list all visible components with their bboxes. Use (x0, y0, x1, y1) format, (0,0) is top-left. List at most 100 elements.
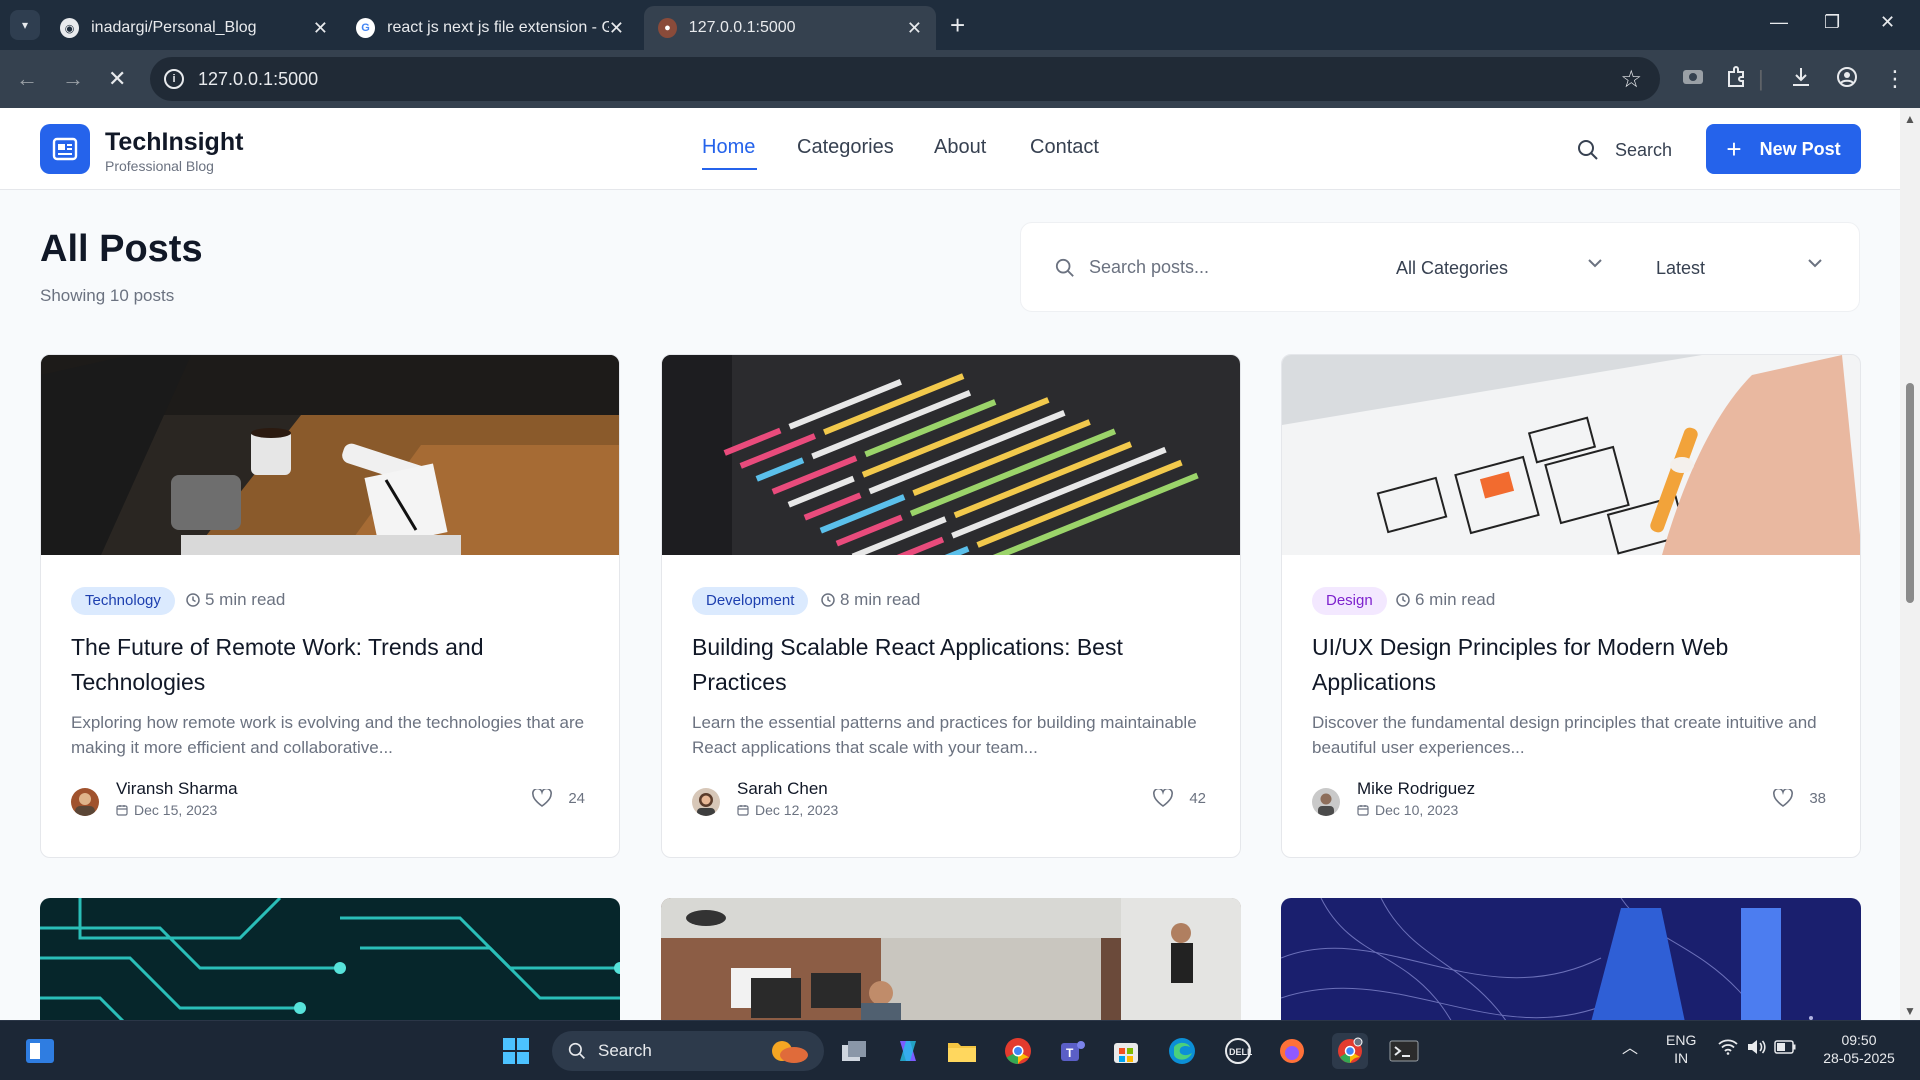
post-search-input[interactable]: Search posts... (1055, 257, 1209, 278)
post-date-text: Dec 12, 2023 (755, 802, 839, 818)
download-icon[interactable] (1790, 66, 1812, 94)
post-excerpt: Discover the fundamental design principl… (1312, 713, 1817, 757)
scroll-up-icon[interactable]: ▲ (1904, 112, 1916, 126)
show-desktop-widget-icon[interactable] (24, 1035, 56, 1067)
toolbar-divider: | (1758, 66, 1764, 91)
profile-icon[interactable] (1836, 66, 1858, 94)
post-card[interactable]: Development 8 min read Building Scalable… (661, 354, 1241, 858)
date-text: 28-05-2025 (1823, 1050, 1895, 1066)
post-card[interactable]: Design 6 min read UI/UX Design Principle… (1281, 354, 1861, 858)
extensions-icon[interactable] (1726, 66, 1748, 94)
svg-text:DELL: DELL (1229, 1047, 1252, 1057)
firefox-like-icon[interactable] (1276, 1035, 1308, 1067)
logo-icon[interactable] (40, 124, 90, 174)
tab-title: inadargi/Personal_Blog (91, 19, 257, 36)
category-badge[interactable]: Development (692, 587, 809, 615)
windows-start-icon[interactable] (500, 1035, 532, 1067)
edge-icon[interactable] (1166, 1035, 1198, 1067)
site-icon: ● (658, 18, 677, 38)
restore-icon[interactable]: ❐ (1824, 12, 1840, 33)
close-window-icon[interactable]: ✕ (1880, 12, 1895, 33)
heart-icon (1153, 789, 1174, 807)
forward-icon[interactable]: → (62, 66, 84, 92)
post-title[interactable]: The Future of Remote Work: Trends and Te… (71, 630, 591, 700)
chrome-profile-icon[interactable] (1332, 1033, 1368, 1069)
close-icon[interactable]: ✕ (313, 18, 328, 39)
brand[interactable]: TechInsight Professional Blog (105, 128, 243, 174)
category-badge[interactable]: Technology (71, 587, 175, 615)
back-icon[interactable]: ← (16, 66, 38, 92)
new-post-button[interactable]: + New Post (1706, 124, 1861, 174)
search-icon (1055, 258, 1074, 277)
svg-text:T: T (1066, 1046, 1074, 1060)
battery-icon[interactable] (1774, 1040, 1796, 1058)
dell-icon[interactable]: DELL (1222, 1035, 1254, 1067)
category-select[interactable]: All Categories (1396, 258, 1508, 279)
new-tab-button[interactable]: + (950, 12, 965, 38)
post-image-office[interactable] (661, 898, 1241, 1020)
chrome-icon[interactable] (1002, 1035, 1034, 1067)
nav-home[interactable]: Home (702, 136, 755, 159)
stop-loading-icon[interactable]: ✕ (108, 66, 126, 92)
clock[interactable]: 09:50 28-05-2025 (1818, 1031, 1900, 1067)
heart-icon (532, 789, 553, 807)
scroll-down-icon[interactable]: ▼ (1904, 1004, 1916, 1018)
tab-search-button[interactable]: ▾ (10, 10, 40, 40)
language-indicator[interactable]: ENG IN (1666, 1031, 1696, 1067)
chevron-up-icon[interactable]: ︿ (1622, 1040, 1638, 1058)
file-explorer-icon[interactable] (946, 1035, 978, 1067)
taskbar-search-box[interactable]: Search (552, 1031, 824, 1071)
sort-select[interactable]: Latest (1656, 258, 1705, 279)
weather-widget-icon (772, 1041, 808, 1063)
like-count: 42 (1189, 789, 1206, 807)
wifi-icon[interactable] (1718, 1039, 1738, 1059)
author-name: Sarah Chen (737, 779, 828, 798)
tab-title: 127.0.0.1:5000 (688, 19, 796, 36)
post-date-text: Dec 15, 2023 (134, 802, 218, 818)
copilot-icon[interactable] (892, 1035, 924, 1067)
plus-icon: + (1726, 134, 1742, 164)
camera-icon[interactable] (1682, 66, 1704, 92)
site-info-icon[interactable]: i (164, 69, 184, 89)
scroll-thumb[interactable] (1906, 383, 1914, 603)
header-search-label: Search (1615, 139, 1673, 160)
nav-categories[interactable]: Categories (797, 136, 894, 159)
post-count: Showing 10 posts (40, 286, 175, 305)
page-scrollbar[interactable]: ▲ ▼ (1900, 108, 1920, 1020)
like-button[interactable]: 42 (1153, 789, 1206, 807)
post-image-ai[interactable] (1281, 898, 1861, 1020)
address-bar[interactable]: i 127.0.0.1:5000 ☆ (150, 57, 1660, 101)
page-title: All Posts (40, 228, 203, 270)
ms-store-icon[interactable] (1110, 1035, 1142, 1067)
like-button[interactable]: 38 (1773, 789, 1826, 807)
header-search-button[interactable]: Search (1577, 139, 1672, 161)
time-text: 09:50 (1841, 1032, 1877, 1048)
post-title[interactable]: UI/UX Design Principles for Modern Web A… (1312, 630, 1832, 700)
post-excerpt: Learn the essential patterns and practic… (692, 713, 1197, 757)
post-image-circuit[interactable] (40, 898, 620, 1020)
close-icon[interactable]: ✕ (907, 18, 922, 39)
tab-github[interactable]: ◉ inadargi/Personal_Blog ✕ (46, 6, 342, 50)
post-card[interactable]: Technology 5 min read The Future of Remo… (40, 354, 620, 858)
bookmark-star-icon[interactable]: ☆ (1620, 65, 1642, 94)
nav-about[interactable]: About (934, 136, 986, 159)
minimize-icon[interactable]: — (1770, 12, 1788, 33)
post-excerpt: Exploring how remote work is evolving an… (71, 713, 585, 757)
menu-kebab-icon[interactable]: ⋮ (1884, 66, 1906, 92)
tab-google[interactable]: G react js next js file extension - G ✕ (342, 6, 638, 50)
tab-active-site[interactable]: ● 127.0.0.1:5000 ✕ (644, 6, 936, 50)
category-badge[interactable]: Design (1312, 587, 1387, 615)
search-placeholder: Search posts... (1089, 257, 1210, 277)
terminal-icon[interactable] (1388, 1035, 1420, 1067)
clock-icon (821, 593, 835, 607)
post-title[interactable]: Building Scalable React Applications: Be… (692, 630, 1212, 700)
close-icon[interactable]: ✕ (609, 18, 624, 39)
calendar-icon (1357, 805, 1369, 816)
task-view-icon[interactable] (838, 1035, 870, 1067)
read-time: 8 min read (821, 590, 920, 610)
post-image-sketch (1282, 355, 1860, 555)
teams-icon[interactable]: T (1056, 1035, 1088, 1067)
volume-icon[interactable] (1746, 1039, 1766, 1059)
nav-contact[interactable]: Contact (1030, 136, 1099, 159)
like-button[interactable]: 24 (532, 789, 585, 807)
